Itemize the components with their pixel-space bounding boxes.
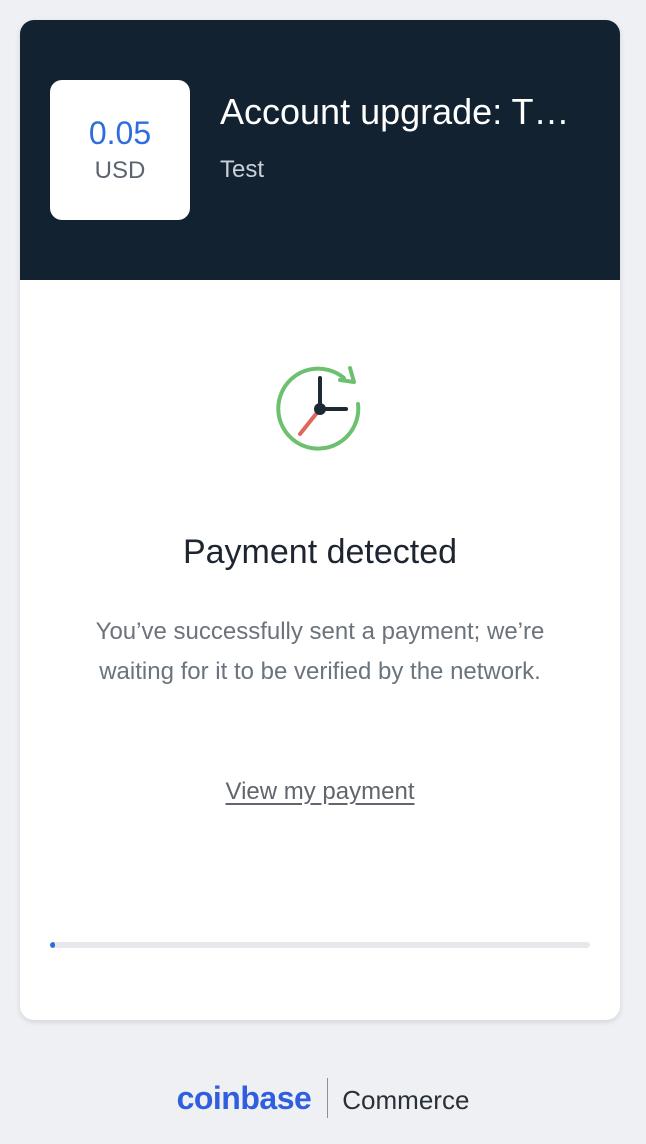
footer-branding: coinbase Commerce [0,1076,646,1120]
coinbase-logo: coinbase [176,1080,312,1116]
checkout-title: Account upgrade: T… [220,91,570,132]
progress-bar [50,942,590,948]
checkout-subtitle: Test [220,156,265,183]
status-title: Payment detected [182,533,458,571]
view-payment-link[interactable]: View my payment [226,778,415,805]
view-payment-link-row: View my payment [20,774,620,810]
card-header: 0.05 USD Account upgrade: T… Test [20,20,620,280]
product-name: Commerce [342,1085,470,1115]
price-amount: 0.05 [88,115,152,151]
footer-divider [327,1078,329,1118]
clock-refresh-icon [276,366,361,451]
price-box: 0.05 USD [50,80,190,220]
checkout-card: 0.05 USD Account upgrade: T… Test Paymen… [20,20,620,1020]
progress-fill [50,942,56,948]
status-description: You’ve successfully sent a payment; we’r… [95,618,545,685]
price-currency: USD [94,157,146,184]
